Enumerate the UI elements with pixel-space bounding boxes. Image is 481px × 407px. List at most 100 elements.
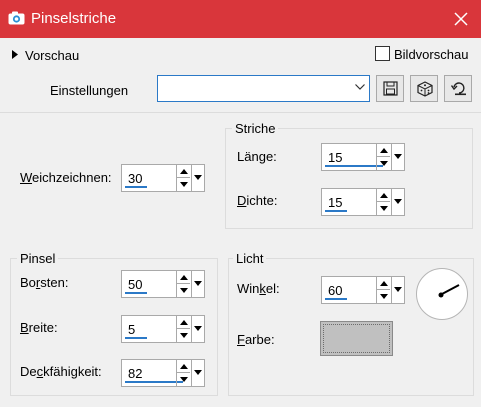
chevron-down-icon xyxy=(355,84,365,90)
header-divider xyxy=(0,112,481,113)
reset-button[interactable] xyxy=(444,75,472,102)
breite-label: Breite: xyxy=(20,320,58,335)
breite-arrows[interactable] xyxy=(176,316,190,342)
dichte-arrows[interactable] xyxy=(376,189,390,215)
bildvorschau-checkbox[interactable] xyxy=(375,46,390,61)
deckfaehigkeit-arrows[interactable] xyxy=(176,360,190,386)
save-preset-button[interactable] xyxy=(376,75,404,102)
focus-underline xyxy=(125,337,147,339)
arrow-up-icon xyxy=(180,275,188,280)
expand-triangle-icon xyxy=(12,50,18,59)
arrow-up-icon xyxy=(380,193,388,198)
borsten-label: Borsten: xyxy=(20,275,69,290)
borsten-value[interactable]: 50 xyxy=(128,277,142,292)
laenge-value[interactable]: 15 xyxy=(328,150,342,165)
camera-icon xyxy=(8,11,25,25)
arrow-up-icon xyxy=(180,320,188,325)
random-dice-icon xyxy=(417,81,433,97)
arrow-up-icon xyxy=(180,364,188,369)
save-icon xyxy=(383,81,398,96)
arrow-up-icon xyxy=(180,169,188,174)
close-icon xyxy=(454,12,468,26)
dropdown-triangle-icon xyxy=(394,199,402,204)
dichte-value[interactable]: 15 xyxy=(328,195,342,210)
dichte-slider-button[interactable] xyxy=(391,189,404,215)
deckfaehigkeit-spinbox[interactable]: 82 xyxy=(121,359,205,387)
focus-underline xyxy=(325,210,347,212)
borsten-arrows[interactable] xyxy=(176,271,190,297)
dropdown-triangle-icon xyxy=(194,281,202,286)
arrow-up-icon xyxy=(380,281,388,286)
borsten-spinbox[interactable]: 50 xyxy=(121,270,205,298)
preview-label: Vorschau xyxy=(25,48,80,63)
spin-down-button[interactable] xyxy=(377,157,390,170)
dropdown-triangle-icon xyxy=(194,175,202,180)
pinsel-title: Pinsel xyxy=(17,251,59,266)
dropdown-triangle-icon xyxy=(394,287,402,292)
color-swatch-focus xyxy=(323,324,390,353)
farbe-label: Farbe: xyxy=(237,332,275,347)
deckfaehigkeit-value[interactable]: 82 xyxy=(128,366,142,381)
borsten-slider-button[interactable] xyxy=(191,271,204,297)
focus-underline xyxy=(125,186,147,188)
spin-up-button[interactable] xyxy=(177,165,190,178)
arrow-down-icon xyxy=(380,294,388,299)
spin-up-button[interactable] xyxy=(177,360,190,373)
weichzeichnen-slider-button[interactable] xyxy=(191,165,204,191)
dropdown-triangle-icon xyxy=(194,370,202,375)
winkel-label: Winkel: xyxy=(237,281,280,296)
deckfaehigkeit-label: Deckfähigkeit: xyxy=(20,364,102,379)
close-button[interactable] xyxy=(441,0,481,38)
dropdown-triangle-icon xyxy=(194,326,202,331)
dichte-label: Dichte: xyxy=(237,193,278,208)
reset-icon xyxy=(451,82,466,96)
spin-down-button[interactable] xyxy=(177,284,190,297)
spin-down-button[interactable] xyxy=(177,178,190,191)
farbe-color-swatch[interactable] xyxy=(320,321,393,356)
spin-down-button[interactable] xyxy=(177,329,190,342)
breite-spinbox[interactable]: 5 xyxy=(121,315,205,343)
arrow-down-icon xyxy=(180,333,188,338)
spin-up-button[interactable] xyxy=(177,271,190,284)
title-bar: Pinselstriche xyxy=(0,0,481,38)
spin-down-button[interactable] xyxy=(177,373,190,386)
focus-underline xyxy=(325,165,383,167)
bildvorschau-label[interactable]: Bildvorschau xyxy=(394,47,468,62)
laenge-slider-button[interactable] xyxy=(391,144,404,170)
laenge-spinbox[interactable]: 15 xyxy=(321,143,405,171)
angle-needle-icon xyxy=(438,284,460,298)
laenge-arrows[interactable] xyxy=(376,144,390,170)
focus-underline xyxy=(125,381,183,383)
arrow-down-icon xyxy=(180,182,188,187)
deckfaehigkeit-slider-button[interactable] xyxy=(191,360,204,386)
arrow-down-icon xyxy=(380,161,388,166)
spin-down-button[interactable] xyxy=(377,202,390,215)
weichzeichnen-label: Weichzeichnen: xyxy=(20,170,112,185)
random-button[interactable] xyxy=(410,75,438,102)
settings-label: Einstellungen xyxy=(50,83,129,98)
window-title: Pinselstriche xyxy=(31,10,117,27)
spin-up-button[interactable] xyxy=(377,277,390,290)
winkel-value[interactable]: 60 xyxy=(328,283,342,298)
spin-up-button[interactable] xyxy=(177,316,190,329)
weichzeichnen-spinbox[interactable]: 30 xyxy=(121,164,205,192)
striche-title: Striche xyxy=(232,121,279,136)
weichzeichnen-arrows[interactable] xyxy=(176,165,190,191)
arrow-down-icon xyxy=(180,377,188,382)
spin-up-button[interactable] xyxy=(377,189,390,202)
breite-slider-button[interactable] xyxy=(191,316,204,342)
arrow-down-icon xyxy=(180,288,188,293)
winkel-spinbox[interactable]: 60 xyxy=(321,276,405,304)
spin-up-button[interactable] xyxy=(377,144,390,157)
arrow-down-icon xyxy=(380,206,388,211)
dichte-spinbox[interactable]: 15 xyxy=(321,188,405,216)
weichzeichnen-value[interactable]: 30 xyxy=(128,171,142,186)
licht-title: Licht xyxy=(233,251,267,266)
focus-underline xyxy=(125,292,147,294)
winkel-slider-button[interactable] xyxy=(391,277,404,303)
breite-value[interactable]: 5 xyxy=(128,322,135,337)
spin-down-button[interactable] xyxy=(377,290,390,303)
winkel-arrows[interactable] xyxy=(376,277,390,303)
angle-dial[interactable] xyxy=(416,268,468,320)
settings-dropdown[interactable] xyxy=(157,75,370,102)
